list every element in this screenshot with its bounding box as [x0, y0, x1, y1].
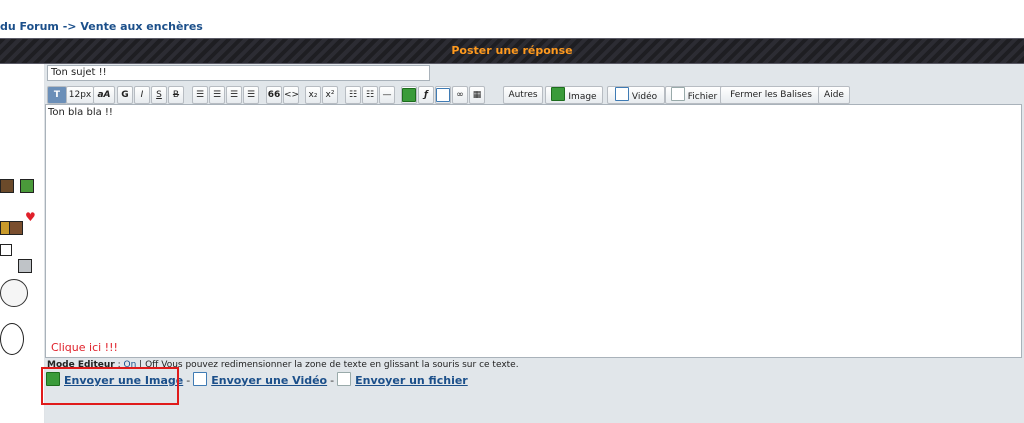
face-smiley-icon[interactable] — [0, 323, 24, 355]
align-right-icon[interactable]: ☰ — [226, 86, 242, 104]
autres-button[interactable]: Autres — [503, 86, 543, 104]
separator: - — [186, 374, 191, 387]
breadcrumb-separator: -> — [62, 20, 77, 33]
page-title: Poster une réponse — [451, 44, 573, 57]
smiley-icon[interactable] — [9, 221, 23, 235]
message-text: Ton bla bla !! — [48, 107, 113, 118]
subject-input[interactable]: Ton sujet !! — [47, 65, 430, 81]
help-button[interactable]: Aide — [818, 86, 850, 104]
numbered-list-icon[interactable]: ☷ — [362, 86, 378, 104]
image-icon[interactable] — [401, 86, 417, 104]
table-icon[interactable]: ▦ — [469, 86, 485, 104]
highlight-box — [41, 367, 179, 405]
video-icon — [614, 87, 629, 101]
file-icon — [670, 87, 685, 101]
code-button[interactable]: <> — [283, 86, 299, 104]
link-icon[interactable]: ∞ — [452, 86, 468, 104]
video-button-label: Vidéo — [631, 92, 658, 102]
resize-hint[interactable]: Vous pouvez redimensionner la zone de te… — [161, 360, 518, 370]
strike-button[interactable]: B — [168, 86, 184, 104]
troll-face-icon[interactable] — [0, 279, 28, 307]
image-button[interactable]: Image — [545, 86, 603, 104]
align-center-icon[interactable]: ☰ — [209, 86, 225, 104]
smiley-icon[interactable] — [0, 244, 12, 256]
fichier-button-label: Fichier — [687, 92, 718, 102]
message-textarea[interactable]: Ton bla bla !! — [45, 104, 1022, 358]
video-button[interactable]: Vidéo — [607, 86, 665, 104]
font-face-button[interactable]: aA — [93, 86, 115, 104]
video-icon — [193, 372, 208, 386]
quote-button[interactable]: 66 — [266, 86, 282, 104]
align-justify-icon[interactable]: ☰ — [243, 86, 259, 104]
editor-toolbar: T 12px aA G I S B ☰ ☰ ☰ ☰ 66 <> x₂ x² ☷ … — [45, 85, 1020, 105]
close-tags-button[interactable]: Fermer les Balises — [720, 86, 822, 104]
click-here-annotation: Clique ici !!! — [51, 341, 118, 354]
bullet-list-icon[interactable]: ☷ — [345, 86, 361, 104]
creeper-smiley-icon[interactable] — [20, 179, 34, 193]
heart-icon[interactable]: ♥ — [25, 210, 36, 224]
subscript-button[interactable]: x₂ — [305, 86, 321, 104]
image-icon — [551, 87, 566, 101]
file-icon — [337, 372, 352, 386]
superscript-button[interactable]: x² — [322, 86, 338, 104]
fichier-button[interactable]: Fichier — [665, 86, 723, 104]
send-file-link[interactable]: Envoyer un fichier — [355, 374, 468, 387]
post-reply-header: Poster une réponse — [0, 38, 1024, 64]
smiley-icon[interactable] — [0, 179, 14, 193]
smilies-panel: ♥ — [0, 64, 45, 423]
breadcrumb-forum-link[interactable]: du Forum — [0, 20, 59, 33]
video-icon[interactable] — [435, 86, 451, 104]
font-size-select[interactable]: 12px — [66, 86, 94, 104]
font-color-button[interactable]: T — [47, 86, 67, 104]
bold-button[interactable]: G — [117, 86, 133, 104]
separator: - — [330, 374, 335, 387]
send-video-link[interactable]: Envoyer une Vidéo — [211, 374, 327, 387]
underline-button[interactable]: S — [151, 86, 167, 104]
flash-icon[interactable]: ƒ — [418, 86, 434, 104]
align-left-icon[interactable]: ☰ — [192, 86, 208, 104]
italic-button[interactable]: I — [134, 86, 150, 104]
image-button-label: Image — [568, 92, 597, 102]
breadcrumb: du Forum -> Vente aux enchères — [0, 20, 203, 33]
smiley-icon[interactable] — [18, 259, 32, 273]
horizontal-rule-icon[interactable]: — — [379, 86, 395, 104]
breadcrumb-section-link[interactable]: Vente aux enchères — [80, 20, 202, 33]
